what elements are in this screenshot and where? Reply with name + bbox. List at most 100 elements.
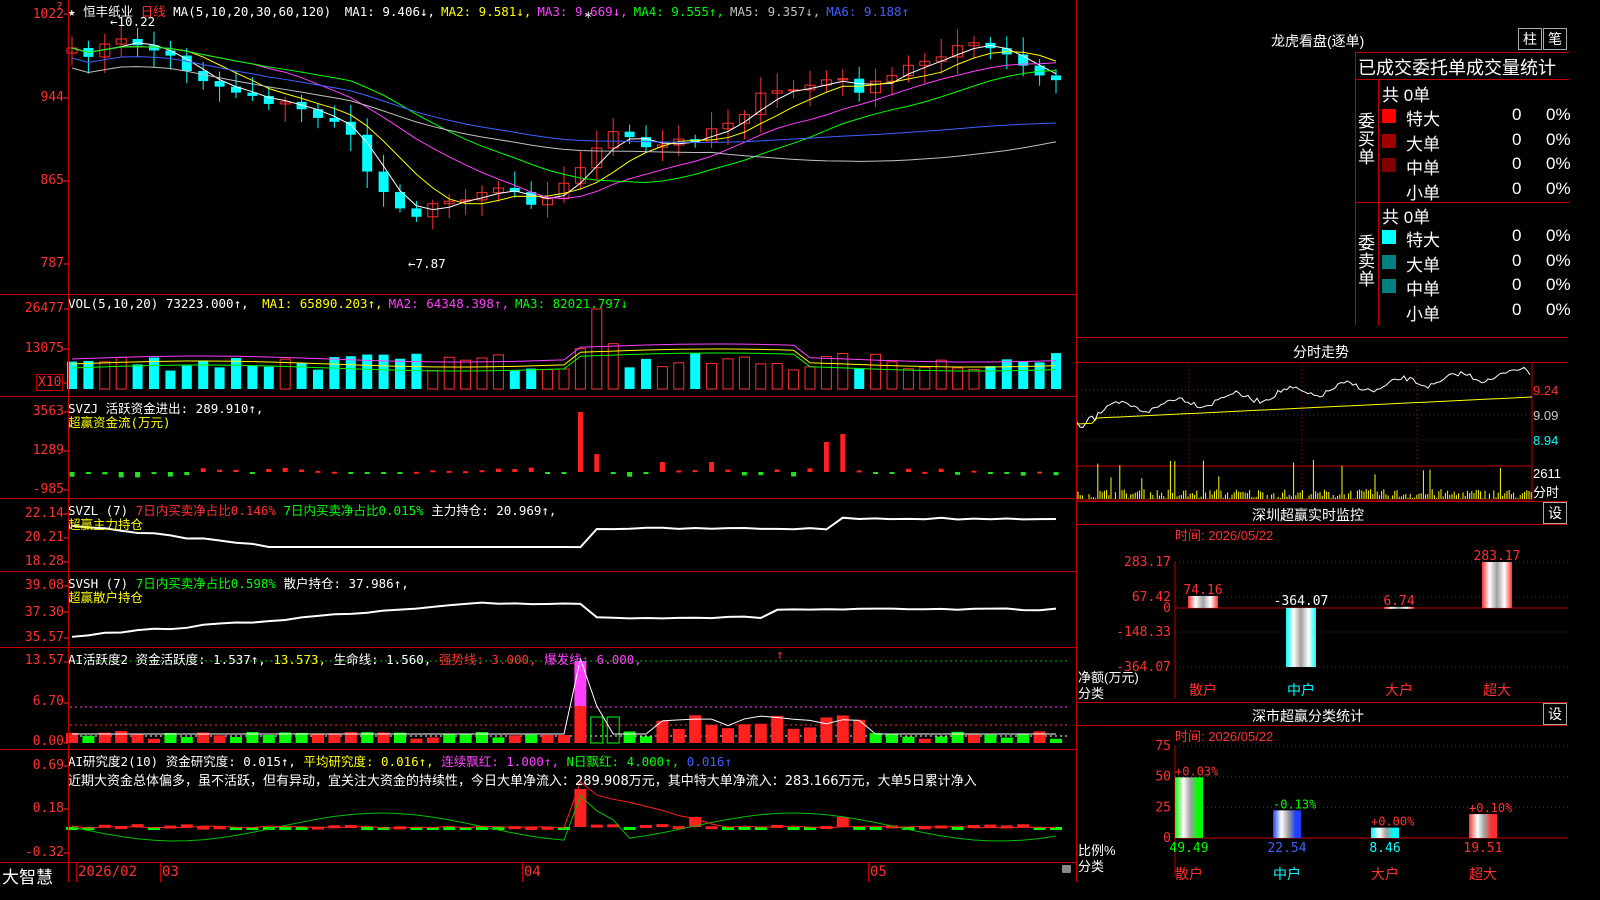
buy-side-label: 委买单	[1358, 112, 1375, 167]
x-label-mar: 03	[162, 864, 179, 880]
order-pct: 0%	[1546, 299, 1571, 319]
classify-change-label: +0.10%	[1469, 801, 1513, 815]
high-price-label: ←10.22	[110, 14, 156, 29]
ai-research-panel[interactable]: AI研究度2(10) 资金研究度: 0.015↑, 平均研究度: 0.016↑,…	[0, 750, 1076, 862]
main-header: ★ 恒丰纸业 日线 MA(5,10,20,30,60,120) MA1: 9.4…	[68, 1, 909, 20]
order-color-swatch	[1382, 303, 1396, 318]
classify-y-label: 50	[1155, 770, 1171, 785]
order-count: 0	[1512, 226, 1522, 245]
intraday-frame	[1077, 362, 1533, 501]
low-price-label: ←7.87	[408, 256, 446, 271]
monitor-bar	[1286, 607, 1316, 667]
order-count: 0	[1512, 129, 1522, 149]
order-label: 中单	[1406, 280, 1440, 299]
order-label: 中单	[1406, 159, 1440, 178]
intraday-vol-label: 2611	[1533, 466, 1561, 481]
order-row: 中单 0 0%	[1382, 275, 1571, 299]
classify-category-label: 中户	[1273, 866, 1301, 882]
volume-panel[interactable]: VOL(5,10,20) 73223.000↑, MA1: 65890.203↑…	[0, 295, 1076, 397]
classify-bar	[1273, 810, 1301, 838]
x-label-feb: 2026/02	[78, 864, 138, 880]
x-div-4	[868, 862, 869, 882]
intraday-chart[interactable]	[1077, 362, 1568, 502]
left-axis-line	[68, 0, 69, 882]
svsh-sub: 超赢散户持仓	[68, 590, 144, 605]
ma-item: MA5: 9.357↓,	[729, 4, 821, 19]
order-color-swatch	[1382, 279, 1396, 293]
classify-y-label: 75	[1155, 739, 1171, 754]
order-pct: 0%	[1546, 154, 1571, 173]
y-label-865: 865	[40, 173, 64, 188]
x-div-2	[160, 862, 161, 882]
ma-item: MA2: 64348.398↑,	[388, 296, 509, 311]
monitor-chart: 283.1767.420-148.33-364.0774.16散户-364.07…	[1116, 549, 1568, 698]
classify-category-label: 散户	[1175, 866, 1203, 882]
star-icon: ★	[68, 4, 76, 19]
order-color-swatch	[1382, 158, 1396, 172]
ma-values: MA1: 9.406↓, MA2: 9.581↓, MA3: 9.669↓, MA4:…	[339, 4, 909, 19]
svsh-y-label-1: 39.08	[24, 578, 64, 593]
left-chart-area[interactable]: ★ 恒丰纸业 日线 MA(5,10,20,30,60,120) MA1: 9.4…	[0, 0, 1076, 887]
main-kline-panel[interactable]: ★ 恒丰纸业 日线 MA(5,10,20,30,60,120) MA1: 9.4…	[0, 0, 1076, 295]
ai1-arrow-mark: ↑	[776, 648, 784, 663]
ma-item: MA3: 82021.797↓	[515, 296, 628, 311]
ai1-y-label-3: 0.00	[32, 734, 64, 749]
vol-y-label-1: 26477	[24, 301, 64, 316]
classify-chart: 7550250+0.03%49.49散户-0.13%22.54中户+0.00%8…	[1155, 739, 1568, 882]
order-count: 0	[1512, 178, 1522, 198]
order-label: 特大	[1406, 110, 1440, 129]
monitor-value-label: 6.74	[1383, 594, 1414, 609]
ma-item: MA6: 9.188↑	[826, 4, 910, 19]
order-pct: 0%	[1546, 105, 1571, 124]
order-label: 特大	[1406, 231, 1440, 250]
intraday-y-label-1: 9.24	[1533, 383, 1559, 398]
order-pct: 0%	[1546, 178, 1571, 198]
ai1-y-label-2: 6.70	[32, 694, 64, 709]
order-row: 小单 0 0%	[1382, 178, 1571, 203]
ai2-y-label-2: 0.18	[32, 801, 64, 816]
order-pct: 0%	[1546, 129, 1571, 149]
monitor-y-label: -148.33	[1116, 625, 1171, 640]
monitor-settings-button[interactable]: 设	[1543, 502, 1567, 524]
order-color-swatch	[1382, 109, 1396, 123]
bar-mode-button[interactable]: 柱	[1518, 28, 1542, 50]
x-axis: 大智慧 2026/02 03 04 05	[0, 862, 1076, 887]
svsh-panel[interactable]: SVSH (7) 7日内买卖净占比0.598% 散户持仓: 37.986↑, 超…	[0, 572, 1076, 648]
svzl-y-label-2: 20.21	[24, 530, 64, 545]
classify-value-label: 22.54	[1267, 841, 1306, 856]
y-label-1022: 1022	[32, 7, 64, 22]
order-count: 0	[1512, 299, 1522, 319]
x-div-1	[76, 862, 77, 882]
ai-activity-panel[interactable]: AI活跃度2 资金活跃度: 1.537↑, 13.573, 生命线: 1.560…	[0, 648, 1076, 750]
classify-change-label: +0.03%	[1175, 764, 1219, 778]
ma-item: MA2: 9.581↓,	[441, 4, 532, 19]
monitor-y-label: 0	[1163, 601, 1171, 616]
svzj-panel[interactable]: SVZJ 活跃资金进出: 289.910↑, 超赢资金流(万元) 3563 12…	[0, 397, 1076, 499]
monitor-category-label: 大户	[1385, 682, 1413, 698]
order-pct: 0%	[1546, 250, 1571, 270]
lock-icon[interactable]	[1062, 865, 1071, 873]
ma-item: MA1: 65890.203↑,	[262, 296, 383, 311]
app-logo: 大智慧	[2, 868, 53, 887]
order-row: 特大 0 0%	[1382, 226, 1571, 250]
ma-item: MA4: 9.555↑,	[633, 4, 724, 19]
right-panel[interactable]: 龙虎看盘(逐单) 柱 笔 已成交委托单成交量统计 委买单 共 0单 特大 0 0% 大…	[1077, 0, 1571, 882]
corner-question-icon[interactable]: ?	[56, 0, 63, 13]
monitor-y-label: 283.17	[1124, 555, 1171, 570]
order-pct: 0%	[1546, 226, 1571, 245]
order-label: 大单	[1406, 134, 1440, 154]
intraday-y-label-3: 8.94	[1533, 433, 1559, 448]
svzl-panel[interactable]: SVZL (7) 7日内买卖净占比0.146% 7日内买卖净占比0.015% 主…	[0, 499, 1076, 572]
tick-mode-button[interactable]: 笔	[1543, 28, 1567, 50]
order-count: 0	[1512, 105, 1522, 124]
vol-unit-label: X10	[36, 374, 64, 391]
order-color-swatch	[1382, 254, 1396, 269]
vol-y-label-2: 13075	[24, 341, 64, 356]
x-div-3	[522, 862, 523, 882]
svzj-y-label-2: 1289	[32, 443, 64, 458]
monitor-value-label: -364.07	[1274, 594, 1329, 609]
x-label-apr: 04	[524, 864, 541, 880]
sell-total: 共 0单	[1382, 208, 1431, 227]
svzj-y-label-1: 3563	[32, 404, 64, 419]
classify-bar	[1175, 777, 1203, 838]
